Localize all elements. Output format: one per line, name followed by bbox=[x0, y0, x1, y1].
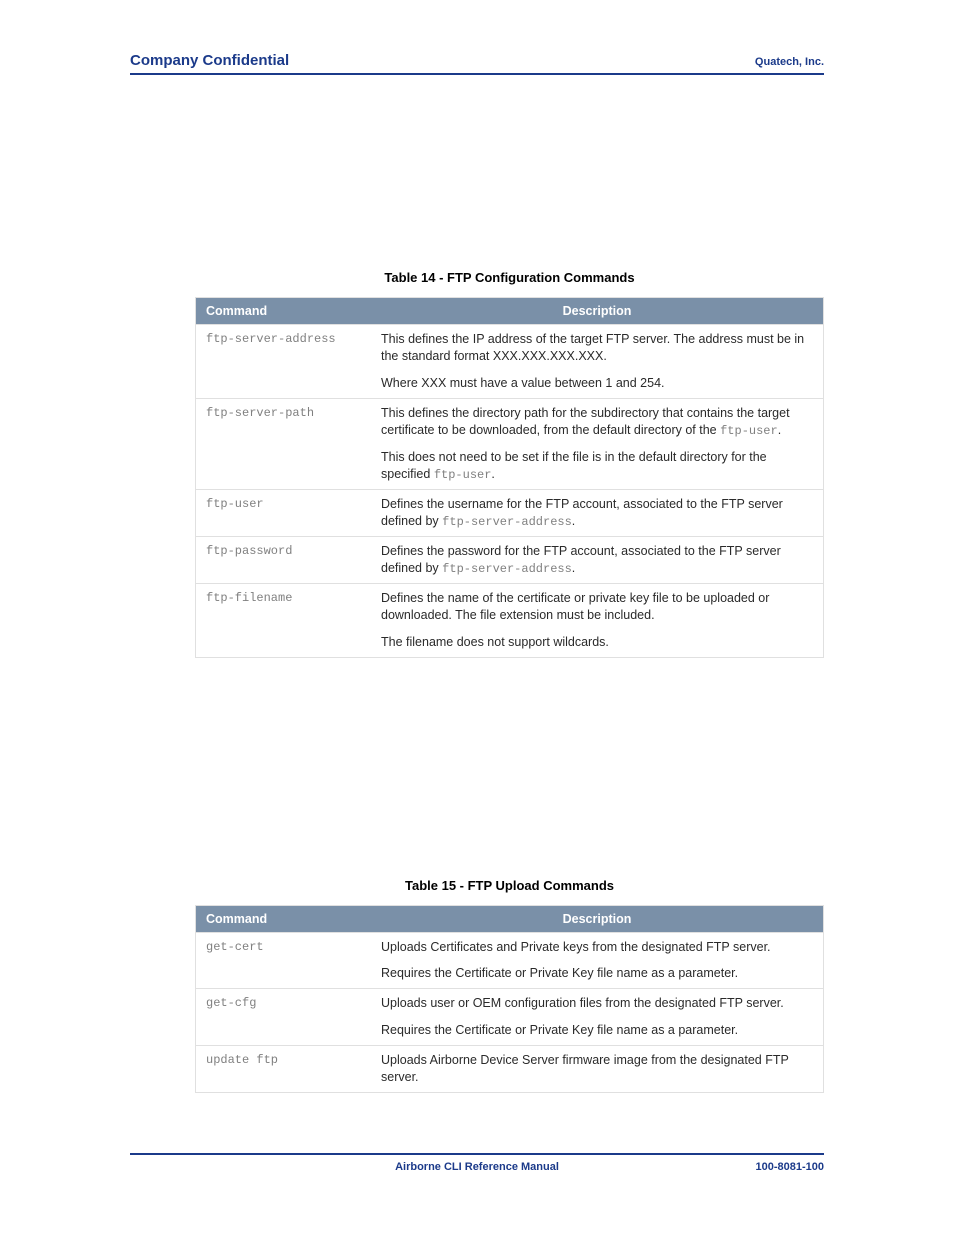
header-left-text: Company Confidential bbox=[130, 52, 289, 69]
description-cell: Uploads Certificates and Private keys fr… bbox=[371, 932, 823, 989]
description-text: Uploads Airborne Device Server firmware … bbox=[381, 1052, 813, 1086]
inline-code: ftp-user bbox=[434, 468, 492, 482]
description-text: Uploads user or OEM configuration files … bbox=[381, 995, 813, 1012]
command-cell: ftp-user bbox=[196, 489, 371, 536]
page-footer: Airborne CLI Reference Manual 100-8081-1… bbox=[130, 1153, 824, 1173]
table-row: get-cfg Uploads user or OEM configuratio… bbox=[196, 988, 823, 1045]
text-span: . bbox=[491, 467, 494, 481]
table-row: get-cert Uploads Certificates and Privat… bbox=[196, 932, 823, 989]
table-row: ftp-server-path This defines the directo… bbox=[196, 398, 823, 489]
description-cell: Defines the username for the FTP account… bbox=[371, 489, 823, 536]
table-15-head-description: Description bbox=[371, 905, 823, 932]
description-cell: This defines the IP address of the targe… bbox=[371, 324, 823, 398]
table-row: ftp-filename Defines the name of the cer… bbox=[196, 583, 823, 657]
description-text: This defines the IP address of the targe… bbox=[381, 331, 813, 365]
table-row: update ftp Uploads Airborne Device Serve… bbox=[196, 1045, 823, 1092]
text-span: Defines the password for the FTP account… bbox=[381, 544, 781, 575]
description-text: Defines the password for the FTP account… bbox=[381, 543, 813, 577]
inline-code: ftp-server-address bbox=[442, 562, 572, 576]
description-text: Uploads Certificates and Private keys fr… bbox=[381, 939, 813, 956]
table-row: ftp-password Defines the password for th… bbox=[196, 536, 823, 583]
header-right-text: Quatech, Inc. bbox=[755, 56, 824, 68]
inline-code: ftp-server-address bbox=[442, 515, 572, 529]
page-header: Company Confidential Quatech, Inc. bbox=[130, 52, 824, 75]
description-text: This defines the directory path for the … bbox=[381, 405, 813, 439]
description-text: The filename does not support wildcards. bbox=[381, 634, 813, 651]
description-cell: Defines the name of the certificate or p… bbox=[371, 583, 823, 657]
description-text: This does not need to be set if the file… bbox=[381, 449, 813, 483]
table-15-head-command: Command bbox=[196, 905, 371, 932]
table-14-title: Table 14 - FTP Configuration Commands bbox=[195, 270, 824, 285]
table-15: Command Description get-cert Uploads Cer… bbox=[195, 905, 824, 1093]
description-text: Requires the Certificate or Private Key … bbox=[381, 1022, 813, 1039]
footer-center-text: Airborne CLI Reference Manual bbox=[130, 1161, 824, 1173]
command-cell: get-cfg bbox=[196, 988, 371, 1045]
command-cell: ftp-filename bbox=[196, 583, 371, 657]
table-15-title: Table 15 - FTP Upload Commands bbox=[195, 878, 824, 893]
text-span: . bbox=[778, 423, 781, 437]
text-span: . bbox=[572, 514, 575, 528]
description-text: Requires the Certificate or Private Key … bbox=[381, 965, 813, 982]
table-row: ftp-server-address This defines the IP a… bbox=[196, 324, 823, 398]
table-14: Command Description ftp-server-address T… bbox=[195, 297, 824, 658]
page-content: Table 14 - FTP Configuration Commands Co… bbox=[195, 270, 824, 1093]
description-cell: This defines the directory path for the … bbox=[371, 398, 823, 489]
description-cell: Uploads user or OEM configuration files … bbox=[371, 988, 823, 1045]
description-text: Defines the name of the certificate or p… bbox=[381, 590, 813, 624]
text-span: . bbox=[572, 561, 575, 575]
command-cell: get-cert bbox=[196, 932, 371, 989]
description-text: Defines the username for the FTP account… bbox=[381, 496, 813, 530]
command-cell: ftp-server-address bbox=[196, 324, 371, 398]
inline-code: ftp-user bbox=[720, 424, 778, 438]
table-row: ftp-user Defines the username for the FT… bbox=[196, 489, 823, 536]
command-cell: update ftp bbox=[196, 1045, 371, 1092]
description-cell: Defines the password for the FTP account… bbox=[371, 536, 823, 583]
footer-right-text: 100-8081-100 bbox=[755, 1161, 824, 1173]
description-cell: Uploads Airborne Device Server firmware … bbox=[371, 1045, 823, 1092]
command-cell: ftp-server-path bbox=[196, 398, 371, 489]
command-cell: ftp-password bbox=[196, 536, 371, 583]
table-14-head-command: Command bbox=[196, 297, 371, 324]
table-14-head-description: Description bbox=[371, 297, 823, 324]
description-text: Where XXX must have a value between 1 an… bbox=[381, 375, 813, 392]
